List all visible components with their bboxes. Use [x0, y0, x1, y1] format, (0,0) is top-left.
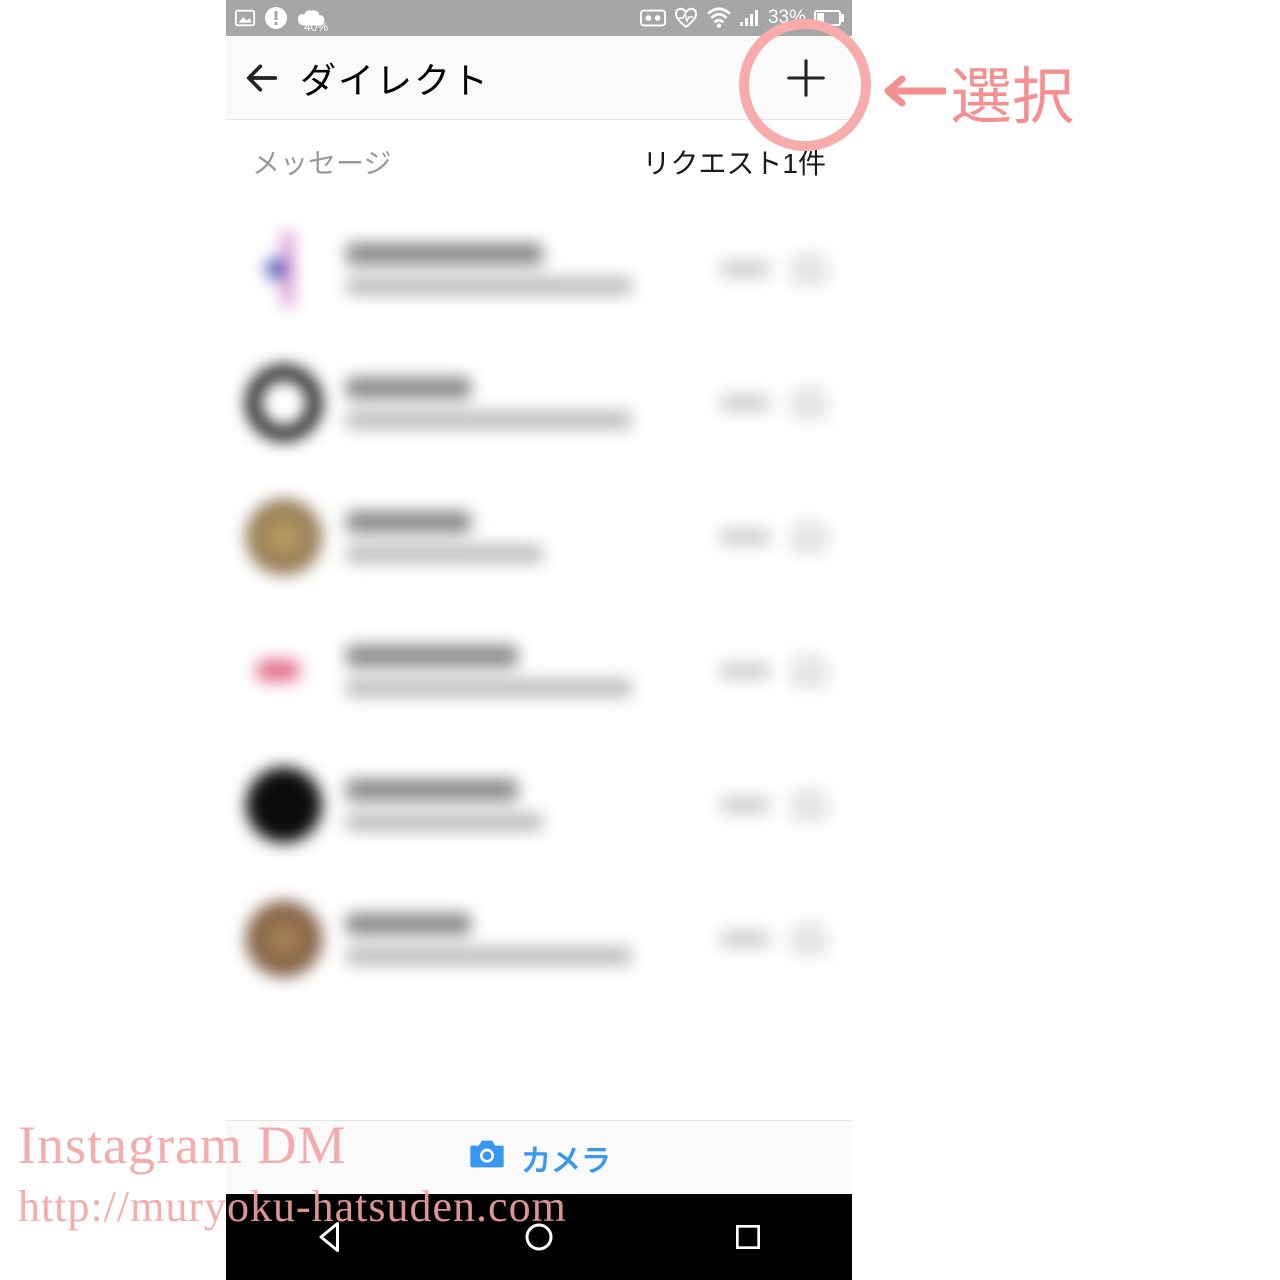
heart-icon — [674, 6, 698, 30]
watermark: Instagram DM http://muryoku-hatsuden.com — [18, 1112, 567, 1235]
list-item[interactable] — [236, 202, 842, 336]
page-title: ダイレクト — [300, 52, 490, 104]
annotation-text: 選択 — [950, 46, 1074, 136]
avatar — [246, 767, 322, 843]
list-item[interactable] — [236, 872, 842, 1006]
cloud-percent: 40% — [304, 20, 328, 34]
camera-icon[interactable] — [786, 916, 832, 962]
back-button[interactable] — [242, 58, 282, 98]
battery-icon — [814, 10, 844, 26]
avatar — [246, 231, 322, 307]
vr-icon — [640, 9, 666, 27]
avatar — [246, 365, 322, 441]
list-item[interactable] — [236, 470, 842, 604]
alert-icon — [264, 6, 288, 30]
picture-icon — [234, 7, 256, 29]
requests-link[interactable]: リクエスト1件 — [642, 142, 826, 182]
camera-icon[interactable] — [786, 648, 832, 694]
avatar — [246, 901, 322, 977]
phone-frame: 40% 33% — [226, 0, 852, 1280]
list-item[interactable] — [236, 336, 842, 470]
battery-percent: 33% — [768, 7, 806, 29]
status-bar: 40% 33% — [226, 0, 852, 36]
messages-tab[interactable]: メッセージ — [252, 142, 391, 182]
list-item[interactable] — [236, 604, 842, 738]
camera-icon[interactable] — [786, 246, 832, 292]
camera-icon[interactable] — [786, 514, 832, 560]
camera-icon[interactable] — [786, 380, 832, 426]
watermark-line1: Instagram DM — [18, 1112, 567, 1180]
app-header: ダイレクト — [226, 36, 852, 120]
sub-header: メッセージ リクエスト1件 — [226, 120, 852, 202]
camera-icon[interactable] — [786, 782, 832, 828]
conversation-list[interactable] — [226, 202, 852, 1120]
avatar — [246, 499, 322, 575]
compose-button[interactable] — [776, 48, 836, 108]
annotation-arrow: 選択 — [876, 46, 1074, 136]
nav-recents-button[interactable] — [723, 1212, 773, 1262]
avatar — [246, 633, 322, 709]
list-item[interactable] — [236, 738, 842, 872]
cloud-icon: 40% — [296, 8, 326, 28]
watermark-line2: http://muryoku-hatsuden.com — [18, 1179, 567, 1234]
wifi-icon — [706, 7, 732, 29]
signal-icon — [740, 9, 760, 27]
